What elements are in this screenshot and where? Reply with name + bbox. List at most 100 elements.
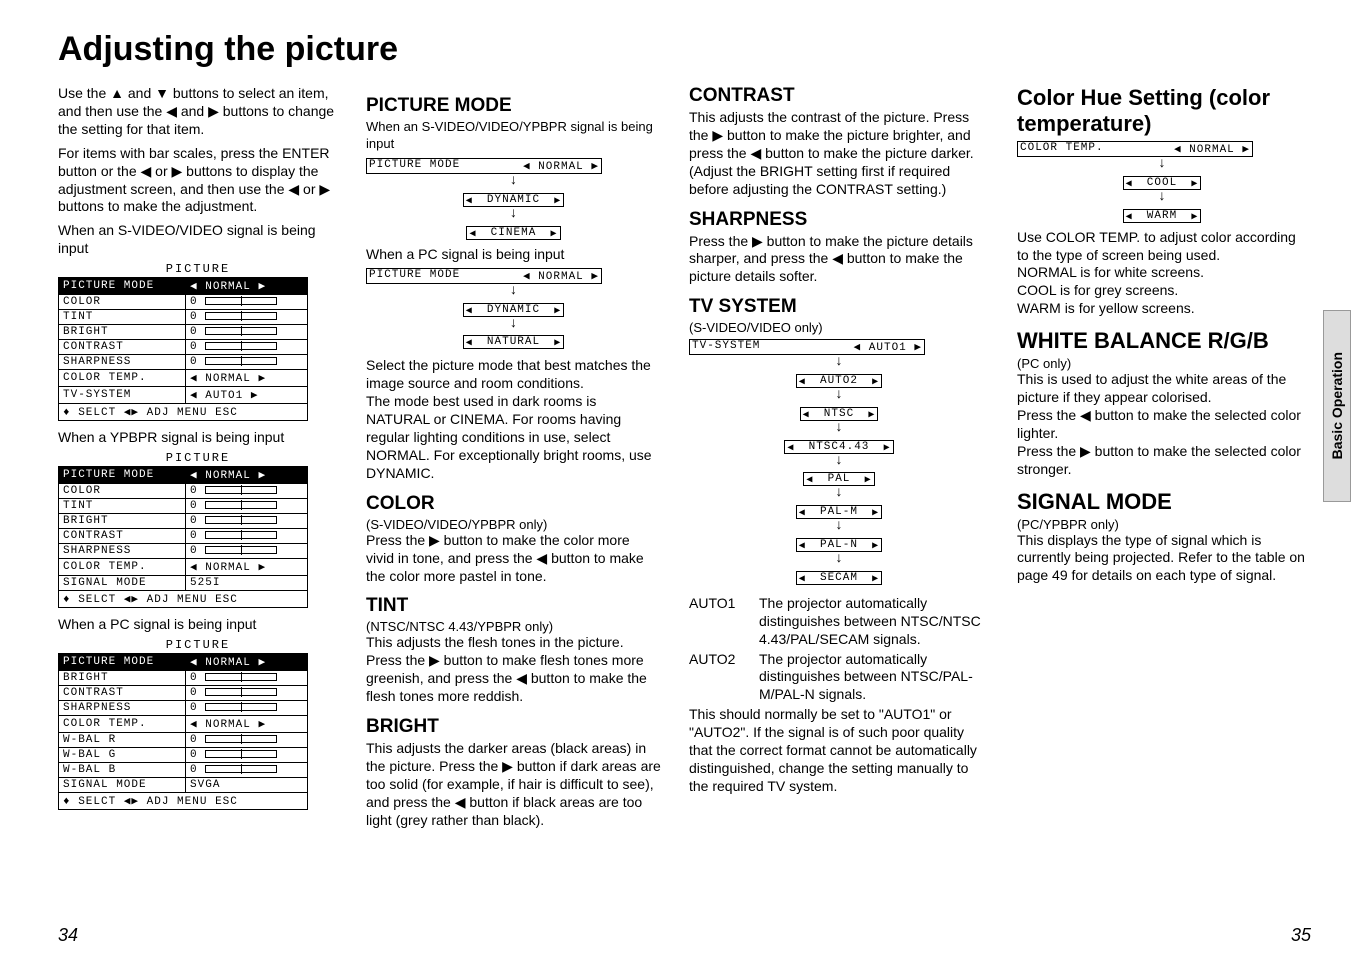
tv-defs: AUTO1The projector automatically disting…: [689, 595, 989, 704]
h-contrast: CONTRAST: [689, 85, 989, 107]
pm-flow-sv: PICTURE MODE◀ NORMAL ▶↓◀ DYNAMIC ▶↓◀ CIN…: [366, 158, 661, 240]
tv-note: This should normally be set to "AUTO1" o…: [689, 706, 989, 796]
intro-p2: For items with bar scales, press the ENT…: [58, 145, 338, 217]
osd-row: W-BAL G0: [59, 747, 308, 762]
h-tint: TINT: [366, 595, 661, 617]
flow-arrow-icon: ↓: [689, 553, 989, 563]
flow-arrow-icon: ↓: [366, 285, 661, 295]
osd-row: CONTRAST0: [59, 685, 308, 700]
page-number-left: 34: [58, 925, 78, 946]
flow-option: ◀ SECAM ▶: [796, 571, 882, 585]
flow-header: PICTURE MODE◀ NORMAL ▶: [366, 268, 602, 284]
caption-ypbpr: When a YPBPR signal is being input: [58, 429, 338, 447]
caption-sv: When an S-VIDEO/VIDEO signal is being in…: [58, 222, 338, 258]
flow-option: ◀ PAL-N ▶: [796, 538, 882, 552]
page-number-right: 35: [1291, 925, 1311, 946]
osd-row: PICTURE MODE◀ NORMAL ▶: [59, 467, 308, 484]
sig-sub: (PC/YPBPR only): [1017, 517, 1307, 532]
osd-footer: ♦ SELCT ◀▶ ADJ MENU ESC: [59, 792, 308, 809]
osd-row: TINT0: [59, 310, 308, 325]
flow-arrow-icon: ↓: [1017, 191, 1307, 201]
osd-row: COLOR0: [59, 484, 308, 499]
flow-arrow-icon: ↓: [689, 422, 989, 432]
wb-body: This is used to adjust the white areas o…: [1017, 371, 1307, 478]
bright-body: This adjusts the darker areas (black are…: [366, 740, 661, 830]
flow-option: ◀ WARM ▶: [1123, 209, 1202, 223]
flow-option: ◀ NTSC ▶: [800, 407, 879, 421]
osd-title-3: PICTURE: [58, 638, 338, 652]
osd-sv: PICTURE PICTURE MODE◀ NORMAL ▶COLOR0 TIN…: [58, 262, 338, 421]
col-2: PICTURE MODE When an S-VIDEO/VIDEO/YPBPR…: [366, 85, 661, 836]
osd-row: SHARPNESS0: [59, 544, 308, 559]
osd-row: PICTURE MODE◀ NORMAL ▶: [59, 653, 308, 670]
tint-body: This adjusts the flesh tones in the pict…: [366, 634, 661, 706]
flow-arrow-icon: ↓: [1017, 158, 1307, 168]
color-sub: (S-VIDEO/VIDEO/YPBPR only): [366, 517, 661, 532]
osd-row: TINT0: [59, 499, 308, 514]
h-tvsystem: TV SYSTEM: [689, 296, 989, 318]
color-body: Press the ▶ button to make the color mor…: [366, 532, 661, 586]
flow-header: TV-SYSTEM◀ AUTO1 ▶: [689, 339, 925, 355]
pm-cap-sv: When an S-VIDEO/VIDEO/YPBPR signal is be…: [366, 119, 661, 152]
ct-flow: COLOR TEMP.◀ NORMAL ▶↓◀ COOL ▶↓◀ WARM ▶: [1017, 141, 1307, 223]
flow-arrow-icon: ↓: [689, 356, 989, 366]
h-colortemp: Color Hue Setting (color temperature): [1017, 85, 1307, 137]
osd-row: COLOR TEMP.◀ NORMAL ▶: [59, 370, 308, 387]
osd-row: BRIGHT0: [59, 325, 308, 340]
osd-pc: PICTURE PICTURE MODE◀ NORMAL ▶BRIGHT0 CO…: [58, 638, 338, 810]
col-4: Color Hue Setting (color temperature) CO…: [1017, 85, 1307, 836]
osd-row: PICTURE MODE◀ NORMAL ▶: [59, 278, 308, 295]
tv-flow: TV-SYSTEM◀ AUTO1 ▶↓◀ AUTO2 ▶↓◀ NTSC ▶↓◀ …: [689, 339, 989, 585]
osd-row: BRIGHT0: [59, 514, 308, 529]
flow-option: ◀ DYNAMIC ▶: [463, 193, 565, 207]
flow-header: COLOR TEMP.◀ NORMAL ▶: [1017, 141, 1253, 157]
osd-footer: ♦ SELCT ◀▶ ADJ MENU ESC: [59, 591, 308, 608]
columns: Use the ▲ and ▼ buttons to select an ite…: [58, 85, 1311, 836]
flow-arrow-icon: ↓: [366, 175, 661, 185]
tv-def-row: AUTO2The projector automatically disting…: [689, 651, 989, 705]
flow-option: ◀ COOL ▶: [1123, 176, 1202, 190]
contrast-body: This adjusts the contrast of the picture…: [689, 109, 989, 199]
osd-row: SHARPNESS0: [59, 700, 308, 715]
intro-p1: Use the ▲ and ▼ buttons to select an ite…: [58, 85, 338, 139]
osd-row: SIGNAL MODE 525I: [59, 576, 308, 591]
ct-body: Use COLOR TEMP. to adjust color accordin…: [1017, 229, 1307, 319]
tint-sub: (NTSC/NTSC 4.43/YPBPR only): [366, 619, 661, 634]
osd-row: COLOR0: [59, 295, 308, 310]
h-picture-mode: PICTURE MODE: [366, 95, 661, 117]
osd-row: W-BAL B0: [59, 762, 308, 777]
side-tab: Basic Operation: [1323, 310, 1351, 502]
pm-cap-pc: When a PC signal is being input: [366, 246, 661, 264]
osd-row: SIGNAL MODE SVGA: [59, 777, 308, 792]
h-sharpness: SHARPNESS: [689, 209, 989, 231]
flow-option: ◀ DYNAMIC ▶: [463, 303, 565, 317]
flow-arrow-icon: ↓: [366, 318, 661, 328]
flow-header: PICTURE MODE◀ NORMAL ▶: [366, 158, 602, 174]
osd-row: COLOR TEMP.◀ NORMAL ▶: [59, 559, 308, 576]
flow-option: ◀ PAL ▶: [803, 472, 874, 486]
osd-row: CONTRAST0: [59, 340, 308, 355]
osd-ypbpr: PICTURE PICTURE MODE◀ NORMAL ▶COLOR0 TIN…: [58, 451, 338, 608]
osd-title-1: PICTURE: [58, 262, 338, 276]
osd-row: BRIGHT0: [59, 670, 308, 685]
h-bright: BRIGHT: [366, 716, 661, 738]
sig-body: This displays the type of signal which i…: [1017, 532, 1307, 586]
flow-arrow-icon: ↓: [689, 520, 989, 530]
h-color: COLOR: [366, 493, 661, 515]
caption-pc: When a PC signal is being input: [58, 616, 338, 634]
tv-def-row: AUTO1The projector automatically disting…: [689, 595, 989, 649]
pm-body: Select the picture mode that best matche…: [366, 357, 661, 482]
h-wb: WHITE BALANCE R/G/B: [1017, 328, 1307, 354]
page-title: Adjusting the picture: [58, 30, 1311, 69]
flow-arrow-icon: ↓: [366, 208, 661, 218]
flow-option: ◀ CINEMA ▶: [466, 226, 560, 240]
flow-arrow-icon: ↓: [689, 487, 989, 497]
flow-option: ◀ PAL-M ▶: [796, 505, 882, 519]
h-signal: SIGNAL MODE: [1017, 489, 1307, 515]
flow-option: ◀ NTSC4.43 ▶: [784, 440, 893, 454]
wb-sub: (PC only): [1017, 356, 1307, 371]
side-tab-label: Basic Operation: [1329, 352, 1345, 459]
osd-row: CONTRAST0: [59, 529, 308, 544]
flow-arrow-icon: ↓: [689, 389, 989, 399]
osd-row: TV-SYSTEM◀ AUTO1 ▶: [59, 387, 308, 404]
